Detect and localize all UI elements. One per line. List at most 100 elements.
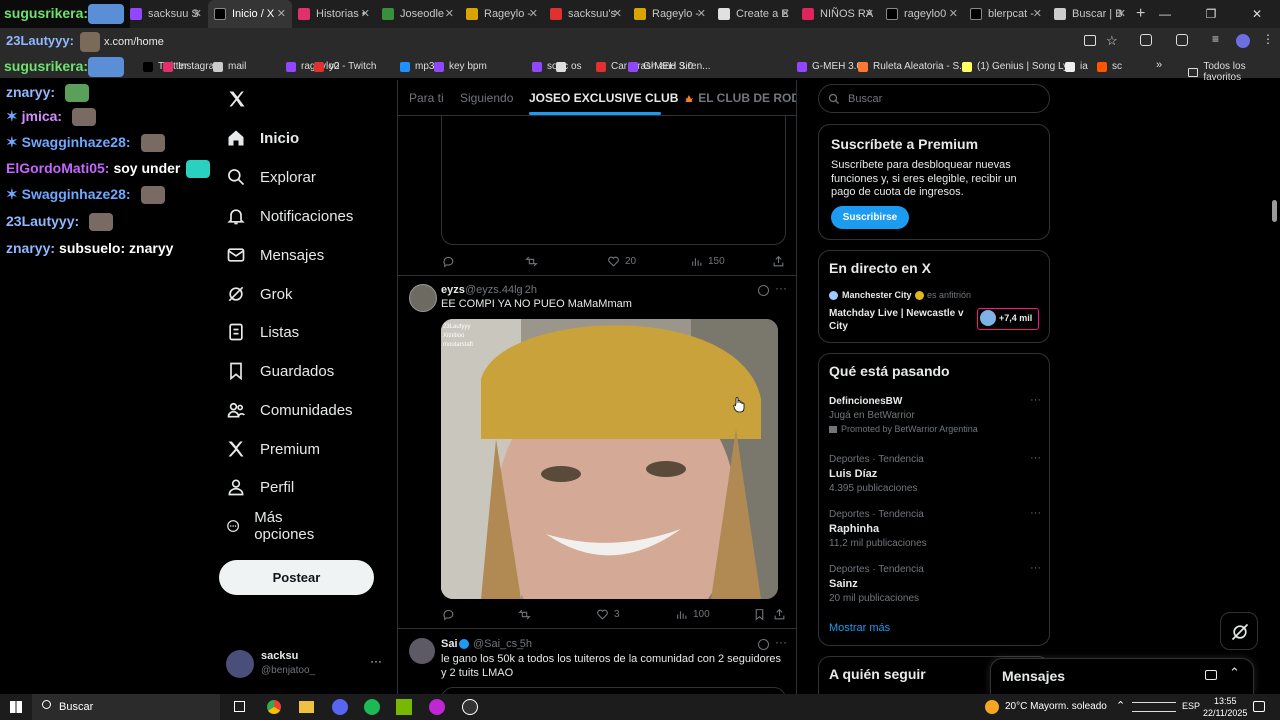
search-box[interactable]: Buscar <box>818 84 1050 113</box>
retweet-action[interactable] <box>525 255 543 268</box>
browser-tab[interactable]: Rageylo - ✕ <box>628 0 712 28</box>
trend-more-icon[interactable]: ··· <box>1030 507 1041 519</box>
nav-item-explorar[interactable]: Explorar <box>226 159 316 195</box>
nav-item-mas-opciones[interactable]: Más opciones <box>226 508 320 544</box>
star-icon[interactable]: ☆ <box>1106 33 1118 49</box>
maximize-button[interactable]: ❐ <box>1188 0 1234 28</box>
media-icon[interactable]: ≡ <box>1212 32 1219 46</box>
tab-close-icon[interactable]: ✕ <box>361 7 370 20</box>
all-bookmarks-link[interactable]: Todos los favoritos <box>1188 61 1280 83</box>
tab-el-club-de-rodsqu[interactable]: ▲ EL CLUB DE RODSQU <box>683 91 796 105</box>
browser-tab[interactable]: Inicio / X ✕ <box>208 0 292 28</box>
x-logo-icon[interactable] <box>228 90 246 108</box>
tweet-more-icon[interactable]: ··· <box>775 281 787 295</box>
trend-item[interactable]: Deportes · Tendencia Sainz 20 mil publicac… <box>829 562 1041 604</box>
nav-item-inicio[interactable]: Inicio <box>226 120 299 156</box>
browser-tab[interactable]: sacksuu's ✕ <box>544 0 628 28</box>
tab-close-icon[interactable]: ✕ <box>865 7 874 20</box>
bookmark-item[interactable]: mp3 <box>400 61 434 72</box>
tray-chevron-icon[interactable]: ⌃ <box>1116 699 1125 712</box>
bookmark-item[interactable]: Ruleta Aleatoria - S... <box>858 61 968 72</box>
task-view-icon[interactable] <box>234 701 245 712</box>
bookmark-item[interactable]: os <box>556 61 582 72</box>
tweet-more-icon[interactable]: ··· <box>775 635 787 649</box>
nvidia-taskbar-icon[interactable] <box>396 699 412 715</box>
tweet-time[interactable]: · 2h <box>518 284 537 296</box>
browser-tab[interactable]: Joseodle ✕ <box>376 0 460 28</box>
tab-para-ti[interactable]: Para ti <box>409 91 444 105</box>
browser-tab[interactable]: NIÑOS RA ✕ <box>796 0 880 28</box>
browser-tab[interactable]: rageylo0 ✕ <box>880 0 964 28</box>
account-more-icon[interactable]: ··· <box>370 654 382 668</box>
new-message-icon[interactable] <box>1205 670 1217 680</box>
trend-more-icon[interactable]: ··· <box>1030 394 1041 406</box>
post-button[interactable]: Postear <box>219 560 374 595</box>
close-window-button[interactable]: ✕ <box>1234 0 1280 28</box>
tab-close-icon[interactable]: ✕ <box>277 7 286 20</box>
previous-tweet-media[interactable] <box>441 116 786 245</box>
obs-taskbar-icon[interactable] <box>462 699 478 715</box>
tweet-avatar[interactable] <box>409 638 435 664</box>
browser-tab[interactable]: Create a E ✕ <box>712 0 796 28</box>
tab-close-icon[interactable]: ✕ <box>781 7 790 20</box>
share-action[interactable] <box>772 255 790 268</box>
trend-item[interactable]: Deportes · Tendencia Luis Díaz 4.395 publi… <box>829 452 1041 494</box>
show-more-link[interactable]: Mostrar más <box>829 622 890 634</box>
chrome-taskbar-icon[interactable] <box>266 699 282 715</box>
like-action[interactable]: 3 <box>596 608 620 621</box>
install-icon[interactable] <box>1084 35 1096 46</box>
clock-date[interactable]: 22/11/2025 <box>1203 708 1247 718</box>
tab-close-icon[interactable]: ✕ <box>1117 7 1126 20</box>
tab-close-icon[interactable]: ✕ <box>193 7 202 20</box>
app-taskbar-icon[interactable] <box>429 699 445 715</box>
browser-tab[interactable]: Rageylo - ✕ <box>460 0 544 28</box>
tab-close-icon[interactable]: ✕ <box>613 7 622 20</box>
tweet-media-top[interactable] <box>441 687 786 694</box>
bookmark-item[interactable]: ia <box>1065 61 1088 72</box>
trend-more-icon[interactable]: ··· <box>1030 562 1041 574</box>
nav-item-guardados[interactable]: Guardados <box>226 353 334 389</box>
language-indicator[interactable]: ESP <box>1182 701 1200 711</box>
grok-explain-icon[interactable] <box>758 285 769 296</box>
browser-tab[interactable]: Buscar | B ✕ <box>1048 0 1132 28</box>
tab-joseo-exclusive-club[interactable]: JOSEO EXCLUSIVE CLUB ⌵ <box>529 91 693 105</box>
messages-dock[interactable]: Mensajes ⌃ <box>990 658 1254 694</box>
live-host[interactable]: Manchester City <box>842 290 912 300</box>
bookmarks-overflow-icon[interactable]: » <box>1156 59 1162 71</box>
reply-action[interactable] <box>442 608 460 621</box>
weather-text[interactable]: 20°C Mayorm. soleado <box>1005 701 1107 712</box>
live-listeners-badge[interactable]: +7,4 mil <box>977 308 1039 330</box>
tweet-avatar[interactable] <box>409 284 437 312</box>
views-action[interactable]: 150 <box>690 255 725 268</box>
nav-item-listas[interactable]: Listas <box>226 314 299 350</box>
nav-item-perfil[interactable]: Perfil <box>226 469 294 505</box>
bookmark-item[interactable]: y2 <box>314 61 340 72</box>
bookmark-item[interactable]: mail <box>213 61 246 72</box>
bookmark-item[interactable]: G-MEH 3.0 <box>628 61 693 72</box>
taskbar-search[interactable]: Buscar <box>32 694 220 720</box>
share-action[interactable] <box>773 608 791 621</box>
nav-item-mensajes[interactable]: Mensajes <box>226 237 324 273</box>
tweet-author-name[interactable]: eyzs <box>441 284 465 296</box>
scrollbar-thumb[interactable] <box>1272 200 1277 222</box>
browser-tab[interactable]: Historias • ✕ <box>292 0 376 28</box>
windows-start-icon[interactable] <box>10 701 22 713</box>
account-switcher[interactable]: sacksu @benjatoo_ ··· <box>226 648 386 680</box>
tab-close-icon[interactable]: ✕ <box>949 7 958 20</box>
nav-item-notificaciones[interactable]: Notificaciones <box>226 198 353 234</box>
cast-icon[interactable] <box>1176 34 1188 46</box>
browser-tab[interactable]: blerpcat - ✕ <box>964 0 1048 28</box>
kebab-menu-icon[interactable]: ⋮ <box>1262 32 1274 46</box>
spotify-taskbar-icon[interactable] <box>364 699 380 715</box>
grok-floating-button[interactable] <box>1220 612 1258 650</box>
url-text[interactable]: x.com/home <box>104 36 164 48</box>
nav-item-comunidades[interactable]: Comunidades <box>226 392 353 428</box>
discord-taskbar-icon[interactable] <box>332 699 348 715</box>
tweet-handle[interactable]: @eyzs.44lg <box>465 284 523 296</box>
tab-siguiendo[interactable]: Siguiendo <box>460 91 513 105</box>
subscribe-button[interactable]: Suscribirse <box>831 206 909 229</box>
tweet[interactable]: Sai @Sai_cs_ · 5h ··· le gano los 50k a … <box>398 629 796 694</box>
bookmark-item[interactable]: sc <box>1097 61 1122 72</box>
bookmark-item[interactable]: G-MEH 3.0 <box>797 61 862 72</box>
bookmark-action[interactable] <box>753 608 771 621</box>
